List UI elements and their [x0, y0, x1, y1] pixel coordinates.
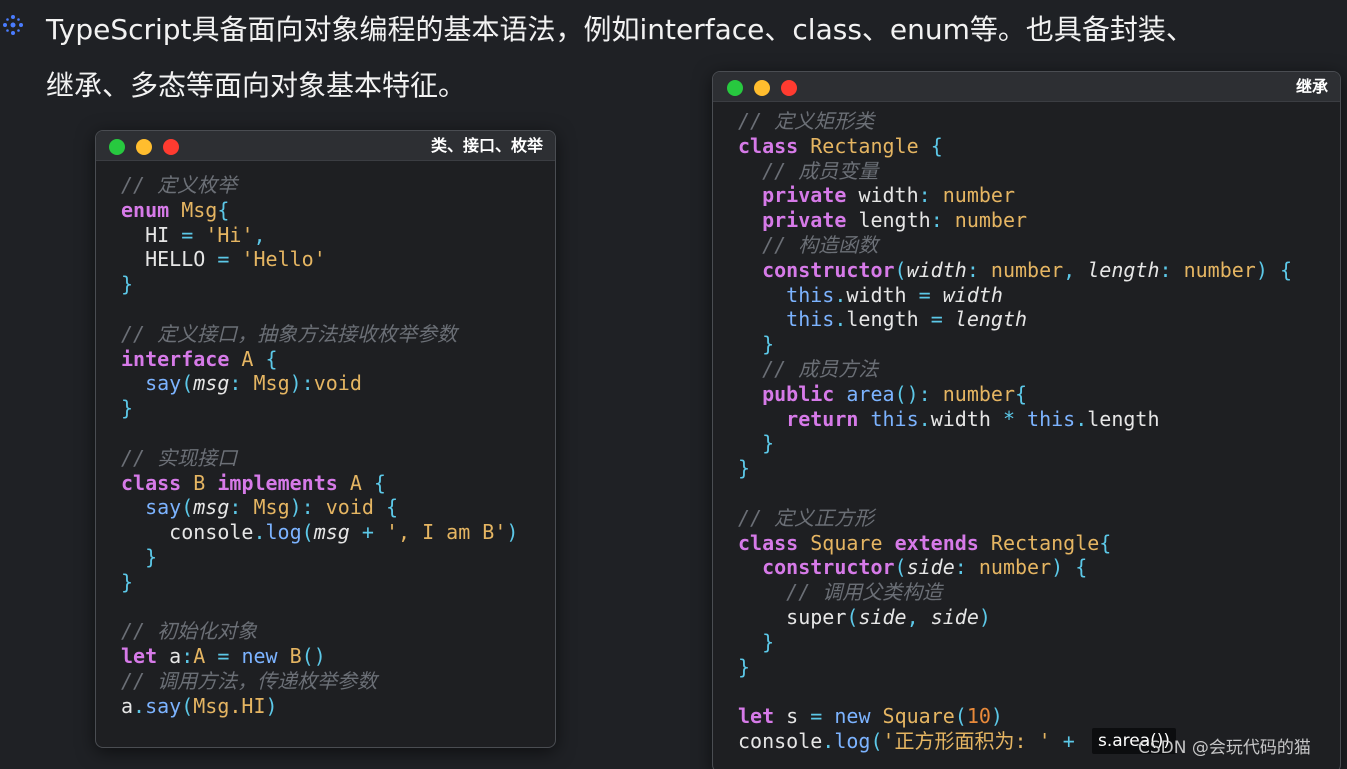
- code-line: // 调用父类构造: [786, 580, 943, 605]
- code-block: // 定义枚举 enum Msg{ HI = 'Hi', HELLO = 'Hel…: [121, 173, 518, 719]
- code-line: // 调用方法，传递枚举参数: [121, 668, 378, 693]
- code-line: HELLO = 'Hello': [145, 247, 326, 272]
- maximize-button[interactable]: [727, 80, 743, 96]
- minimize-button[interactable]: [754, 80, 770, 96]
- code-line: say(msg: Msg):void: [145, 371, 362, 396]
- code-line: let s = new Square(10): [738, 704, 1003, 729]
- code-line: super(side, side): [786, 604, 991, 629]
- code-line: let a:A = new B(): [121, 644, 326, 669]
- code-line: class Square extends Rectangle{: [738, 530, 1112, 555]
- code-line: this.width = width: [786, 282, 1003, 307]
- code-line: }: [762, 629, 775, 654]
- code-line: }: [738, 456, 751, 481]
- window-title: 类、接口、枚举: [430, 136, 543, 155]
- code-line: // 成员变量: [762, 158, 879, 183]
- code-line: class B implements A {: [121, 470, 386, 495]
- code-line: console.log(msg + ', I am B'): [169, 520, 519, 545]
- window-title: 继承: [1295, 77, 1328, 96]
- code-line: }: [121, 272, 134, 297]
- window-titlebar: 继承: [713, 72, 1340, 102]
- code-line: enum Msg{: [121, 197, 230, 222]
- code-line: a.say(Msg.HI): [121, 693, 278, 718]
- minimize-button[interactable]: [136, 139, 152, 155]
- code-block: // 定义矩形类 class Rectangle { // 成员变量 privat…: [738, 109, 1292, 754]
- code-line: interface A {: [121, 346, 278, 371]
- code-line: // 定义矩形类: [738, 109, 875, 133]
- close-button[interactable]: [781, 80, 797, 96]
- code-line: }: [738, 654, 751, 679]
- code-line: // 定义正方形: [738, 505, 875, 530]
- code-line: say(msg: Msg): void {: [145, 495, 399, 520]
- code-line: return this.width * this.length: [786, 406, 1160, 431]
- code-line: // 定义接口，抽象方法接收枚举参数: [121, 321, 458, 346]
- code-line: }: [145, 544, 158, 569]
- code-window-inheritance: 继承 // 定义矩形类 class Rectangle { // 成员变量 pri…: [712, 71, 1341, 769]
- code-line: // 实现接口: [121, 445, 238, 470]
- code-line: }: [121, 569, 134, 594]
- code-line: }: [762, 431, 775, 456]
- maximize-button[interactable]: [109, 139, 125, 155]
- code-window-class-interface-enum: 类、接口、枚举 // 定义枚举 enum Msg{ HI = 'Hi', HELL…: [95, 130, 556, 748]
- code-line: public area(): number{: [762, 381, 1028, 406]
- code-line: private width: number: [762, 183, 1015, 208]
- code-line: // 成员方法: [762, 356, 879, 381]
- code-line: }: [121, 396, 134, 421]
- code-line: // 初始化对象: [121, 619, 258, 644]
- code-line: }: [762, 332, 775, 357]
- code-line: this.length = length: [786, 307, 1028, 332]
- code-line: // 定义枚举: [121, 173, 238, 197]
- close-button[interactable]: [163, 139, 179, 155]
- slide-page: TypeScript具备面向对象编程的基本语法，例如interface、clas…: [0, 0, 1347, 769]
- code-line: private length: number: [762, 208, 1028, 233]
- code-line: HI = 'Hi',: [145, 222, 266, 247]
- code-line: constructor(width: number, length: numbe…: [762, 257, 1292, 282]
- code-line: class Rectangle {: [738, 133, 943, 158]
- code-line: constructor(side: number) {: [762, 555, 1088, 580]
- intro-line-1: TypeScript具备面向对象编程的基本语法，例如interface、clas…: [46, 13, 1194, 46]
- window-titlebar: 类、接口、枚举: [96, 131, 555, 161]
- csdn-watermark: CSDN @会玩代码的猫: [1138, 738, 1311, 758]
- code-line: // 构造函数: [762, 232, 879, 257]
- sparkle-bullet-icon: [3, 15, 23, 35]
